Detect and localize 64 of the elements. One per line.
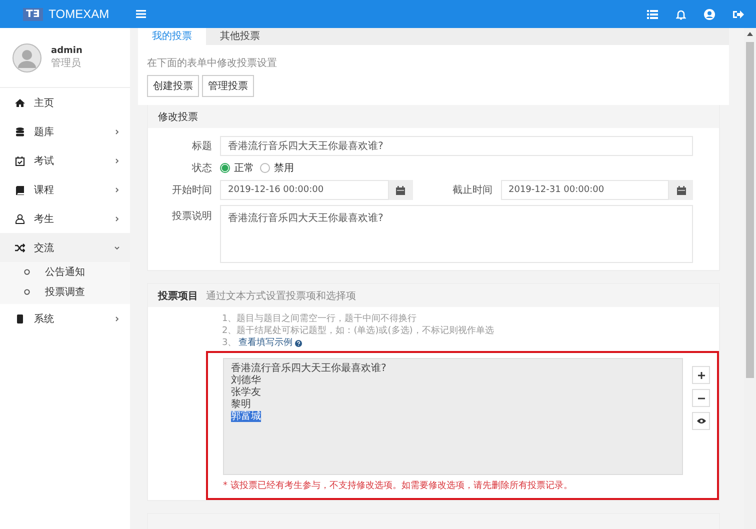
action-button[interactable]: 管理投票 [202,75,254,97]
instruction-text: 2、题干结尾处可标记题型，如：(单选)或(多选)，不标记则视作单选 [222,326,495,337]
database-icon [15,126,25,136]
logo: T∃ [23,8,43,20]
remove-button[interactable] [692,389,710,407]
field-label: 投票说明 [171,210,213,223]
description-field[interactable]: 香港流行音乐四大天王你最喜欢谁? [220,205,693,263]
tab[interactable]: 我的投票 [138,28,206,45]
eye-icon [696,418,706,424]
scroll-up-icon[interactable] [747,32,753,36]
action-button[interactable]: 创建投票 [147,75,199,97]
app-name: TOMEXAM [48,7,110,21]
radio-option[interactable]: 正常 [220,161,254,175]
help-icon [294,340,302,347]
chevron-icon [114,244,120,250]
add-button[interactable] [692,366,710,384]
nav-item[interactable]: 交流 [0,233,130,262]
nav-item[interactable]: 课程 [0,175,130,204]
calendar-icon [15,156,25,166]
chevron-icon [114,158,120,164]
panel-subtitle: 通过文本方式设置投票项和选择项 [206,290,356,302]
start-time-field[interactable]: 2019-12-16 00:00:00 [220,180,388,200]
chevron-icon [114,128,120,134]
calendar-button[interactable] [669,180,693,200]
field-label: 开始时间 [171,184,213,197]
shuffle-icon [15,242,25,252]
nav-item[interactable]: 主页 [0,88,130,117]
error-text: * 该投票已经有考生参与，不支持修改选项。如需要修改选项，请先删除所有投票记录。 [223,480,574,492]
circle-icon [24,289,30,295]
instruction-text: 1、题目与题目之间需空一行，题干中间不得换行 [222,314,418,325]
radio-option[interactable]: 禁用 [260,161,294,175]
avatar-icon [12,42,42,72]
instruction-number: 3、 [222,338,237,349]
field-label: 截止时间 [452,184,494,197]
nav-item[interactable]: 考生 [0,204,130,233]
tab[interactable]: 其他投票 [206,28,274,45]
book-icon [15,184,25,194]
user-icon [15,214,25,224]
panel-title: 修改投票 [158,110,198,124]
end-time-field[interactable]: 2019-12-31 00:00:00 [500,180,669,200]
calendar-icon [396,186,405,194]
user-name: admin [51,46,82,56]
user-role: 管理员 [51,56,82,70]
preview-button[interactable] [692,412,710,430]
subnav-item[interactable]: 投票调查 [0,282,130,302]
chevron-icon [114,216,120,222]
title-field[interactable]: 香港流行音乐四大天王你最喜欢谁? [220,136,693,156]
hint-text: 在下面的表单中修改投票设置 [138,45,729,72]
chevron-icon [114,316,120,322]
home-icon [15,98,25,108]
device-icon [15,314,25,324]
field-label: 状态 [191,162,213,175]
field-label: 标题 [191,140,213,153]
panel-title: 投票项目 [158,290,198,302]
subnav-item[interactable]: 公告通知 [0,262,130,282]
nav-item[interactable]: 考试 [0,146,130,175]
nav-item[interactable]: 题库 [0,117,130,146]
example-link[interactable]: 查看填写示例 [238,338,293,349]
circle-icon [24,269,30,275]
chevron-icon [114,186,120,192]
calendar-button[interactable] [388,180,412,200]
calendar-icon [676,186,686,194]
plus-icon [698,372,704,378]
nav-item[interactable]: 系统 [0,304,130,333]
